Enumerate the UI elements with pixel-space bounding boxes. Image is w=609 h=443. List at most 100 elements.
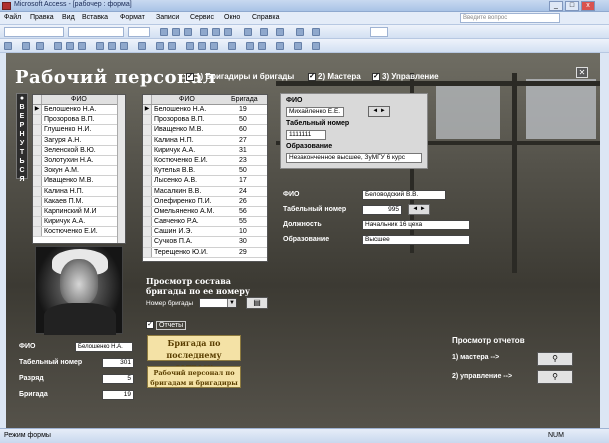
mgmt-pos-field[interactable]: Начальник 16 цеха [362, 220, 470, 230]
cell-fio[interactable]: Калина Н.П. [44, 188, 84, 195]
cell-brigade[interactable]: 19 [239, 106, 247, 113]
record-selector[interactable] [33, 196, 42, 206]
record-selector[interactable] [143, 217, 152, 227]
record-selector[interactable] [143, 227, 152, 237]
option-masters[interactable]: ✓ 2) Мастера [308, 72, 361, 81]
cell-brigade[interactable]: 31 [239, 147, 247, 154]
menu-format[interactable]: Формат [120, 14, 145, 21]
master-tab-field[interactable]: 1111111 [286, 130, 326, 140]
table-row[interactable]: Костюченко Е.И. 23 [143, 155, 267, 167]
cell-fio[interactable]: Терещенко Ю.И. [154, 249, 208, 256]
cell-fio[interactable]: Киричук А.А. [154, 147, 195, 154]
menu-records[interactable]: Записи [156, 14, 179, 21]
record-selector[interactable] [33, 115, 42, 125]
master-nav-buttons[interactable]: ◄ ► [368, 106, 390, 117]
option-management[interactable]: ✓ 3) Управление [372, 72, 439, 81]
table-row[interactable]: Какаев П.М. [33, 196, 125, 207]
effect-icon[interactable] [312, 28, 320, 36]
table-row[interactable]: Загуря А.Н. [33, 135, 125, 146]
toolbar-options-box[interactable] [370, 27, 388, 37]
menu-tools[interactable]: Сервис [190, 14, 214, 21]
cell-fio[interactable]: Костюченко Е.И. [44, 228, 98, 235]
cell-brigade[interactable]: 23 [239, 157, 247, 164]
cell-brigade[interactable]: 30 [239, 238, 247, 245]
line-color-icon[interactable] [276, 28, 284, 36]
cell-fio[interactable]: Белошенко Н.А. [44, 106, 96, 113]
cell-fio[interactable]: Загуря А.Н. [44, 137, 81, 144]
sort-asc-icon[interactable] [156, 42, 164, 50]
mgmt-fio-field[interactable]: Беловодский В.В. [362, 190, 446, 200]
print-icon[interactable] [54, 42, 62, 50]
staff-by-brigades-button[interactable]: Рабочий персонал по бригадам и бригадиры [147, 366, 241, 388]
cell-fio[interactable]: Лысенко А.В. [154, 177, 197, 184]
column-brigade[interactable]: Бригада [231, 96, 258, 103]
table-row[interactable]: ▶ Белошенко Н.А. 19 [143, 105, 267, 116]
table-row[interactable]: Омельяненко А.М. 56 [143, 206, 267, 218]
minimize-button[interactable]: _ [549, 1, 563, 11]
brigadiers-grid[interactable]: ФИО Бригада ▶ Белошенко Н.А. 19 Прозорова В… [142, 94, 268, 262]
delete-record-icon[interactable] [258, 42, 266, 50]
chevron-down-icon[interactable]: ▼ [227, 299, 236, 307]
table-row[interactable]: ▶ Белошенко Н.А. [33, 105, 125, 116]
cut-icon[interactable] [96, 42, 104, 50]
sort-desc-icon[interactable] [168, 42, 176, 50]
cell-fio[interactable]: Иващенко М.В. [44, 177, 93, 184]
reports-checkbox[interactable]: ✓ Отчеты [146, 320, 187, 330]
cell-fio[interactable]: Глушенко Н.И. [44, 126, 91, 133]
record-selector[interactable] [33, 145, 42, 155]
cell-fio[interactable]: Костюченко Е.И. [154, 157, 208, 164]
record-selector[interactable] [143, 155, 152, 166]
search-icon[interactable] [36, 42, 44, 50]
cell-brigade[interactable]: 24 [239, 188, 247, 195]
help-search-input[interactable]: Введите вопрос [460, 13, 560, 23]
record-selector[interactable] [33, 135, 42, 145]
master-edu-field[interactable]: Незаконченное высшее, ЗуМГУ 6 курс [286, 153, 422, 163]
record-selector[interactable] [143, 145, 152, 155]
close-window-button[interactable]: x [581, 1, 595, 11]
record-selector[interactable] [143, 166, 152, 176]
table-row[interactable]: Лысенко А.В. 17 [143, 176, 267, 187]
cell-fio[interactable]: Кутелья В.В. [154, 167, 195, 174]
mgmt-tab-field[interactable]: 995 [362, 205, 402, 215]
record-selector[interactable] [33, 227, 42, 237]
fill-color-icon[interactable] [244, 28, 252, 36]
table-row[interactable]: Масалкин В.В. 24 [143, 186, 267, 197]
object-combo[interactable] [4, 27, 64, 37]
filter-icon[interactable] [186, 42, 194, 50]
menu-edit[interactable]: Правка [30, 14, 54, 21]
checkbox-brigades[interactable]: ✓ [186, 72, 194, 81]
table-row[interactable]: Олефиренко П.И. 26 [143, 196, 267, 207]
worker-tab-field[interactable]: 301 [102, 358, 134, 368]
table-row[interactable]: Кутелья В.В. 50 [143, 166, 267, 177]
font-color-icon[interactable] [260, 28, 268, 36]
menu-help[interactable]: Справка [252, 14, 279, 21]
cell-brigade[interactable]: 50 [239, 116, 247, 123]
report-masters-button[interactable]: ⚲ [537, 352, 573, 366]
align-left-icon[interactable] [200, 28, 208, 36]
table-row[interactable]: Глушенко Н.И. [33, 125, 125, 136]
cell-fio[interactable]: Белошенко Н.А. [154, 106, 206, 113]
table-row[interactable]: Золотухин Н.А. [33, 155, 125, 167]
cell-brigade[interactable]: 29 [239, 249, 247, 256]
cell-fio[interactable]: Масалкин В.В. [154, 188, 201, 195]
option-brigades[interactable]: ✓ 1) Бригадиры и бригады [186, 72, 294, 81]
record-selector[interactable] [33, 186, 42, 196]
font-combo[interactable] [68, 27, 124, 37]
menu-insert[interactable]: Вставка [82, 14, 108, 21]
record-selector[interactable] [143, 237, 152, 247]
table-row[interactable]: Прозорова В.П. 50 [143, 115, 267, 126]
reports-check[interactable]: ✓ [146, 321, 154, 329]
mgmt-nav-buttons[interactable]: ◄ ► [408, 204, 430, 215]
cell-fio[interactable]: Калина Н.П. [154, 137, 194, 144]
cell-fio[interactable]: Сучков П.А. [154, 238, 193, 245]
table-row[interactable]: Прозорова В.П. [33, 115, 125, 126]
master-fio-field[interactable]: Михайленко Е.Е. [286, 107, 344, 117]
last-request-button[interactable]: Бригада по последнему запросу [147, 335, 241, 372]
worker-brigade-field[interactable]: 19 [102, 390, 134, 400]
brigade-number-combo[interactable]: ▼ [199, 298, 237, 308]
database-window-icon[interactable] [276, 42, 284, 50]
filter-form-icon[interactable] [198, 42, 206, 50]
workers-grid[interactable]: ФИО ▶ Белошенко Н.А. Прозорова В.П. Глушенк… [32, 94, 126, 244]
record-selector[interactable] [33, 217, 42, 227]
record-selector[interactable]: ▶ [33, 105, 42, 115]
